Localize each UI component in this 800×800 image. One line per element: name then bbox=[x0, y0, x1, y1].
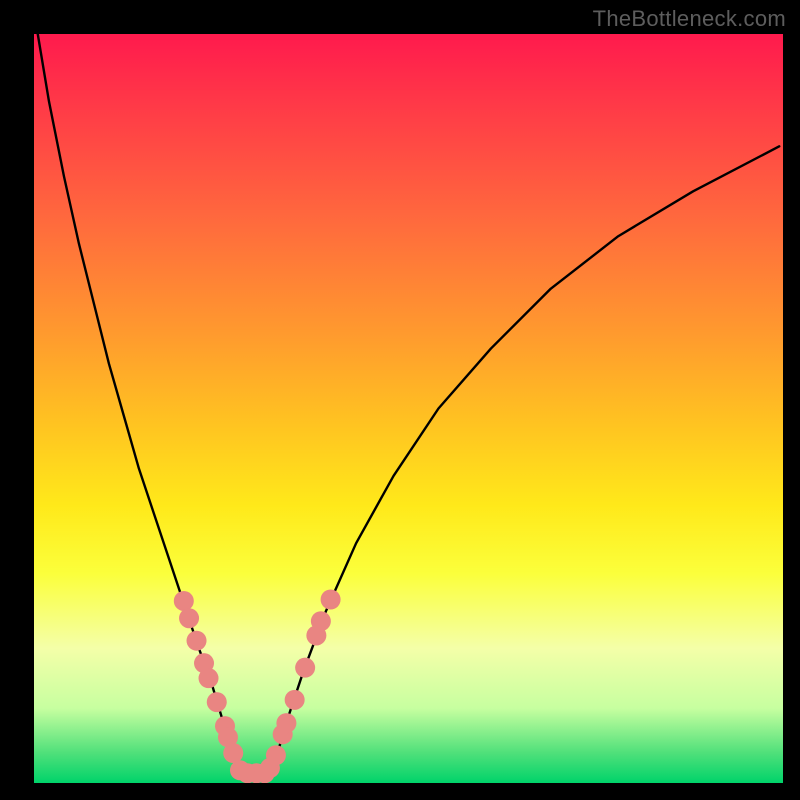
data-dot bbox=[285, 690, 305, 710]
data-dot bbox=[321, 590, 341, 610]
data-dot bbox=[207, 692, 227, 712]
plot-area bbox=[34, 34, 783, 783]
chart-root: TheBottleneck.com bbox=[0, 0, 800, 800]
data-dot bbox=[199, 668, 219, 688]
curve-right-curve bbox=[266, 146, 779, 779]
data-dot bbox=[295, 658, 315, 678]
data-dot bbox=[266, 745, 286, 765]
data-dot bbox=[311, 611, 331, 631]
data-dot bbox=[276, 713, 296, 733]
data-dot bbox=[174, 591, 194, 611]
data-dot bbox=[179, 608, 199, 628]
watermark-text: TheBottleneck.com bbox=[593, 6, 786, 32]
chart-svg bbox=[34, 34, 783, 783]
data-dot bbox=[223, 743, 243, 763]
data-dot bbox=[187, 631, 207, 651]
